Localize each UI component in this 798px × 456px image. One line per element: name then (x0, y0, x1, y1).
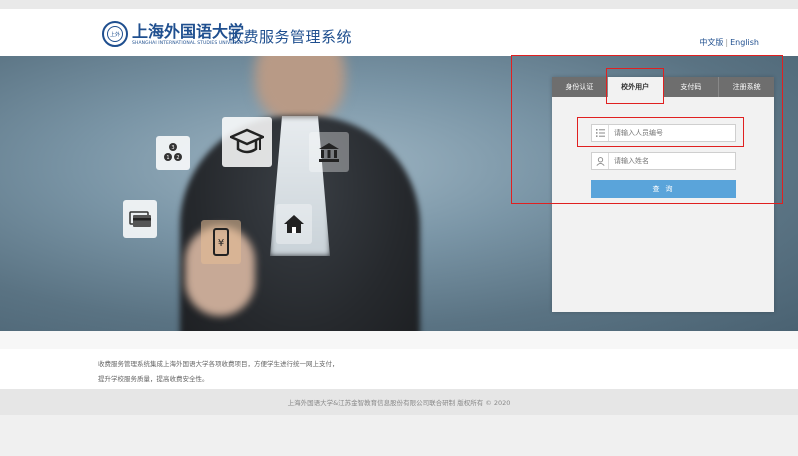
lang-zh-link[interactable]: 中文版 (699, 38, 723, 47)
mobile-payment-icon: ¥ (201, 220, 241, 264)
system-title: 收费服务管理系统 (228, 28, 353, 46)
language-switch: 中文版 | English (699, 37, 759, 48)
description-line-2: 提升学校服务质量，提高收费安全性。 (98, 375, 209, 383)
svg-text:1: 1 (166, 155, 169, 161)
university-seal-logo: 上外 (102, 21, 128, 47)
bank-icon (309, 132, 349, 172)
lang-en-link[interactable]: English (730, 38, 759, 47)
svg-text:3: 3 (171, 145, 174, 151)
copyright-text: 上海外国语大学&江苏金智教育信息股份有限公司联合研制 版权所有 © 2020 (287, 399, 511, 407)
footer: 上海外国语大学&江苏金智教育信息股份有限公司联合研制 版权所有 © 2020 (0, 389, 798, 415)
credit-card-icon (123, 200, 157, 238)
graduation-cap-icon (222, 117, 272, 167)
svg-text:¥: ¥ (218, 238, 224, 249)
page-bottom (0, 415, 798, 456)
highlight-box-input (577, 117, 744, 147)
header: 上外 上海外国语大学 SHANGHAI INTERNATIONAL STUDIE… (0, 9, 798, 56)
seal-text: 上外 (107, 26, 123, 42)
top-strip (0, 0, 798, 9)
lottery-icon: 31 2 (156, 136, 190, 170)
lang-separator: | (725, 38, 729, 47)
home-icon (276, 204, 312, 244)
system-description: 收费服务管理系统集成上海外国语大学各项收费项目，方便学生进行统一网上支付， 提升… (98, 357, 339, 387)
svg-text:2: 2 (176, 155, 179, 161)
description-line-1: 收费服务管理系统集成上海外国语大学各项收费项目，方便学生进行统一网上支付， (98, 360, 339, 368)
banner-underline (0, 331, 798, 349)
highlight-box-tab (606, 68, 664, 104)
